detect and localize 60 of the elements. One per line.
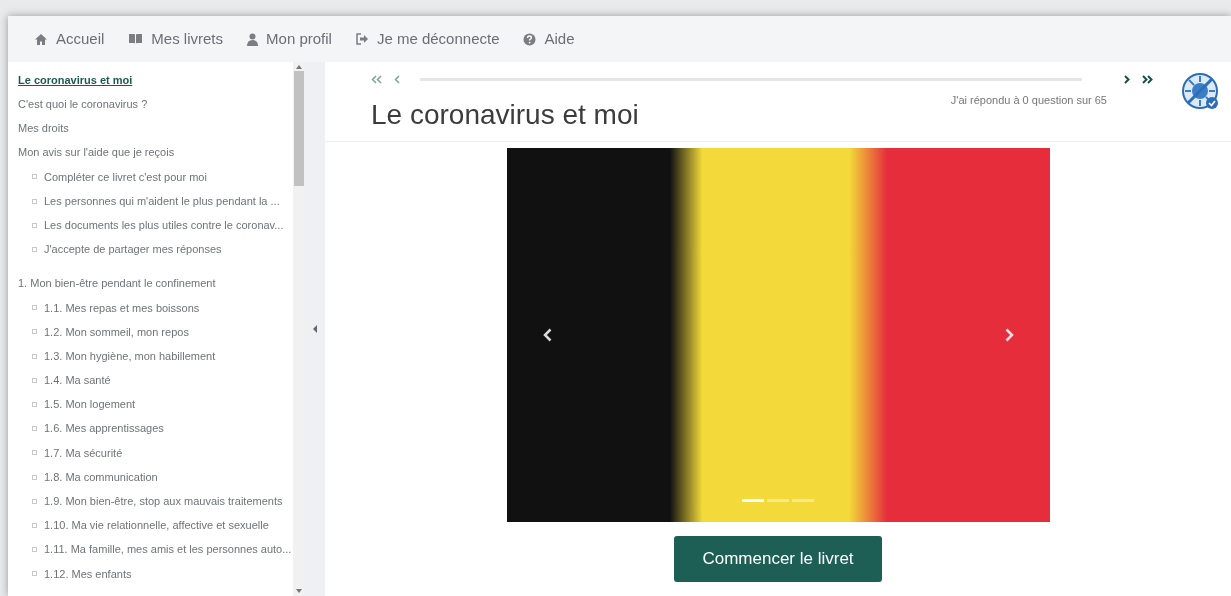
bullet-icon [32,222,37,228]
sidebar-item[interactable]: 1.1. Mes repas et mes boissons [18,295,293,320]
previous-icon[interactable] [394,74,400,84]
bullet-icon [32,450,37,456]
sidebar-item[interactable]: Le coronavirus et moi [18,68,293,93]
nav-link[interactable]: Aide [523,27,575,51]
bullet-icon [32,571,37,577]
bullet-icon [32,474,37,480]
bullet-icon [32,426,37,432]
bullet-icon [32,246,37,252]
last-page-icon[interactable] [1142,74,1153,84]
bullet-icon [32,547,37,553]
sidebar-item[interactable]: Mon avis sur l'aide que je reçois [18,140,293,165]
bullet-icon [32,329,37,335]
carousel-next-icon[interactable] [1004,328,1014,342]
book-icon [128,33,144,45]
sidebar-item[interactable]: 1.11. Ma famille, mes amis et les personnes auto... [18,537,293,562]
sidebar-item[interactable]: 1.7. Ma sécurité [18,440,293,465]
sidebar-item[interactable]: Compléter ce livret c'est pour moi [18,164,293,189]
logout-icon [355,33,369,45]
home-icon [34,32,48,46]
sidebar-item[interactable]: 1.2. Mon sommeil, mon repos [18,319,293,345]
sidebar-item[interactable]: 1.3. Mon hygiène, mon habillement [18,344,293,369]
scrollbar[interactable] [293,62,305,596]
sidebar-item[interactable]: C'est quoi le coronavirus ? [18,92,293,117]
start-button[interactable]: Commencer le livret [674,536,882,582]
sidebar-item[interactable]: 1.6. Mes apprentissages [18,416,293,441]
nav-link[interactable]: Mon profil [247,27,332,51]
sidebar-item[interactable]: 1.4. Ma santé [18,368,293,393]
page-title: Le coronavirus et moi [371,98,639,132]
bullet-icon [32,174,37,180]
collapse-icon[interactable] [313,325,317,333]
nav-link[interactable]: Accueil [34,27,105,51]
nav-link[interactable]: Je me déconnecte [355,27,500,51]
progress-text: J'ai répondu à 0 question sur 65 [950,93,1107,108]
sidebar-item[interactable]: Les personnes qui m'aident le plus pendant la ... [18,188,293,214]
sidebar-item[interactable]: Mes droits [18,116,293,141]
next-icon[interactable] [1124,74,1130,84]
sidebar-item[interactable]: 1.8. Ma communication [18,465,293,490]
sidebar-item[interactable]: 1. Mon bien-être pendant le confinement [18,271,293,296]
bullet-icon [32,402,37,408]
bullet-icon [32,353,37,359]
sidebar-item[interactable]: 1.12. Mes enfants [18,561,293,586]
bullet-icon [32,377,37,383]
bullet-icon [32,198,37,204]
bullet-icon [32,498,37,504]
sidebar-item[interactable]: 1.10. Ma vie relationnelle, affective et sexuelle [18,513,293,538]
help-icon [523,32,537,46]
nav-link[interactable]: Mes livrets [128,27,224,51]
virus-badge-icon [1181,72,1221,112]
bullet-icon [32,305,37,311]
carousel-previous-icon[interactable] [542,328,552,342]
sidebar-item[interactable]: J'accepte de partager mes réponses [18,237,293,262]
sidebar-item[interactable]: 1.9. Mon bien-être, stop aux mauvais traitements [18,489,293,514]
sidebar-item[interactable]: 1.5. Mon logement [18,392,293,417]
user-icon [247,32,259,46]
first-page-icon[interactable] [371,74,382,84]
scrollbar-thumb[interactable] [294,71,304,186]
bullet-icon [32,522,37,528]
sidebar-item[interactable]: Les documents les plus utiles contre le coronav... [18,213,293,238]
